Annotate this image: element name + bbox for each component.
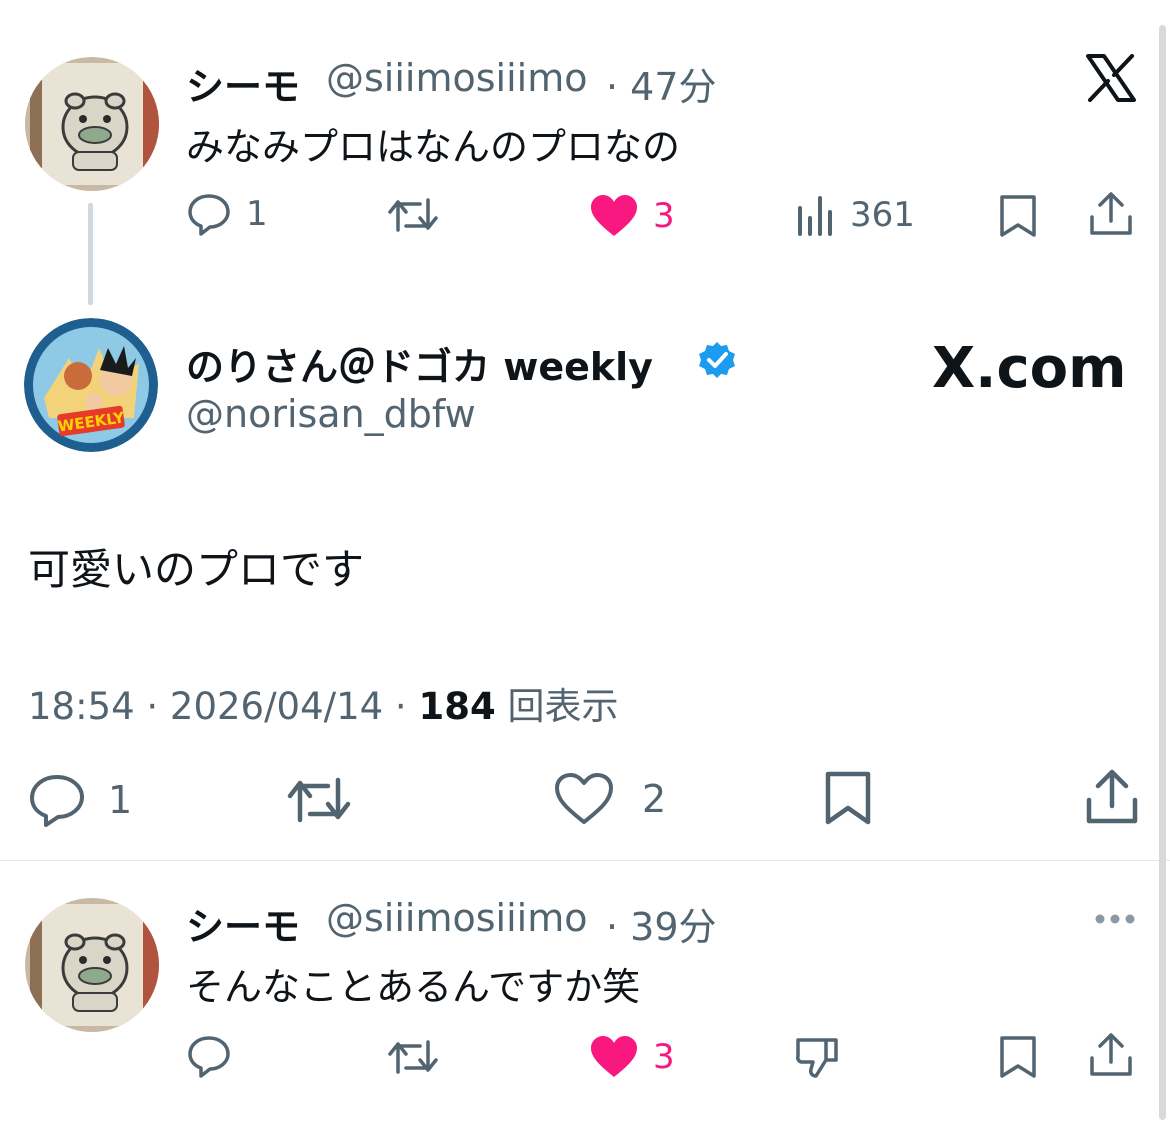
reply-icon <box>186 1034 232 1078</box>
avatar[interactable] <box>25 57 159 191</box>
share-button[interactable] <box>1088 191 1134 237</box>
author-handle[interactable]: @siiimosiiimo <box>326 56 587 100</box>
like-button[interactable]: 2 <box>554 772 666 826</box>
author-name[interactable]: のりさん＠ドゴカ weekly <box>186 336 653 391</box>
bookmark-icon <box>998 193 1038 239</box>
thumbs-down-icon <box>794 1034 840 1080</box>
verified-badge-icon <box>697 340 737 384</box>
share-icon <box>1088 191 1134 237</box>
reply-count: 1 <box>246 194 268 234</box>
tweet-text: そんなことあるんですか笑 <box>186 965 641 1009</box>
share-button[interactable] <box>1084 768 1140 826</box>
author-handle[interactable]: @siiimosiiimo <box>326 896 587 940</box>
tweet-time[interactable]: · 47分 <box>606 56 717 111</box>
reply-icon <box>28 773 86 827</box>
tweet-timestamp[interactable]: 18:54 · 2026/04/14 · <box>28 685 418 728</box>
like-count: 3 <box>653 1037 675 1077</box>
repost-button[interactable] <box>286 774 352 826</box>
views-count: 361 <box>850 195 915 235</box>
repost-icon <box>386 1036 440 1078</box>
author-name[interactable]: シーモ <box>186 56 300 111</box>
repost-button[interactable] <box>386 194 440 236</box>
thread-connector <box>88 203 93 305</box>
views-label: 回表示 <box>495 685 619 728</box>
author-handle[interactable]: @norisan_dbfw <box>186 392 476 436</box>
site-label: X.com <box>932 336 1127 401</box>
reply-button[interactable]: 1 <box>28 773 132 827</box>
repost-icon <box>286 774 352 826</box>
avatar[interactable]: WEEKLY <box>24 318 158 452</box>
like-button[interactable]: 3 <box>589 1035 675 1079</box>
heart-filled-icon <box>589 194 639 238</box>
reply-button[interactable]: 1 <box>186 192 268 236</box>
bookmark-button[interactable] <box>998 1034 1038 1080</box>
tweet-meta: 18:54 · 2026/04/14 · 184 回表示 <box>28 676 618 730</box>
like-button[interactable]: 3 <box>589 194 675 238</box>
tweet-time[interactable]: · 39分 <box>606 896 717 951</box>
scrollbar[interactable] <box>1159 25 1166 1120</box>
reply-count: 1 <box>108 778 133 822</box>
avatar[interactable] <box>25 898 159 1032</box>
views-button[interactable]: 361 <box>796 194 915 236</box>
divider <box>0 860 1170 861</box>
like-count: 2 <box>642 777 667 821</box>
bookmark-icon <box>998 1034 1038 1080</box>
downvote-button[interactable] <box>794 1034 840 1080</box>
repost-button[interactable] <box>386 1036 440 1078</box>
analytics-icon <box>796 194 836 236</box>
views-count: 184 <box>418 685 496 728</box>
like-count: 3 <box>653 196 675 236</box>
heart-icon <box>554 772 614 826</box>
heart-filled-icon <box>589 1035 639 1079</box>
bookmark-button[interactable] <box>823 770 873 826</box>
tweet-text: みなみプロはなんのプロなの <box>186 125 681 169</box>
repost-icon <box>386 194 440 236</box>
bookmark-button[interactable] <box>998 193 1038 239</box>
more-options-icon[interactable] <box>1094 910 1136 929</box>
share-button[interactable] <box>1088 1032 1134 1078</box>
reply-icon <box>186 192 232 236</box>
x-logo-icon <box>1086 54 1136 106</box>
bookmark-icon <box>823 770 873 826</box>
author-name[interactable]: シーモ <box>186 896 300 951</box>
share-icon <box>1084 768 1140 826</box>
reply-button[interactable] <box>186 1034 232 1078</box>
share-icon <box>1088 1032 1134 1078</box>
tweet-text: 可愛いのプロです <box>28 545 365 594</box>
